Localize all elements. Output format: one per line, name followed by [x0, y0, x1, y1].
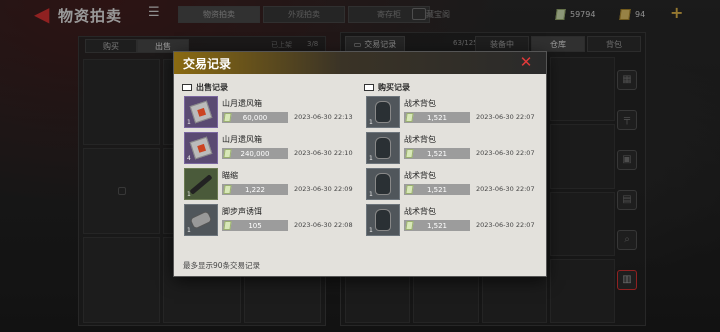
record-row[interactable]: 1 战术背包 1,521 2023-06-30 22:07: [364, 202, 544, 238]
record-row[interactable]: 1 战术背包 1,521 2023-06-30 22:07: [364, 94, 544, 130]
record-time: 2023-06-30 22:07: [476, 185, 535, 193]
item-tier: 1: [187, 191, 191, 198]
record-time: 2023-06-30 22:09: [294, 185, 353, 193]
item-thumbnail: 1: [366, 96, 400, 128]
trade-record-dialog: 交易记录 ✕ 出售记录 1 山月遗风箱 60,000 2023-06-30 22:13…: [174, 52, 546, 276]
item-tier: 1: [369, 227, 373, 234]
pack-icon: [375, 101, 391, 123]
item-name: 战术背包: [404, 135, 436, 144]
buy-records: 购买记录 1 战术背包 1,521 2023-06-30 22:07 1 战术背包 1,52…: [364, 80, 544, 252]
record-time: 2023-06-30 22:07: [476, 221, 535, 229]
dialog-header: 交易记录 ✕: [174, 52, 546, 74]
sell-record-list[interactable]: 1 山月遗风箱 60,000 2023-06-30 22:13 4 山月遗风箱 240,00…: [182, 94, 362, 238]
item-name: 瞄缩: [222, 171, 238, 180]
item-price: 1,521: [426, 113, 448, 122]
wallet-icon: [364, 83, 374, 91]
crate-icon: [189, 136, 213, 160]
item-tier: 1: [187, 227, 191, 234]
item-tier: 4: [187, 155, 191, 162]
item-thumbnail: 1: [184, 204, 218, 236]
item-price: 1,222: [244, 185, 266, 194]
sell-records-header: 出售记录: [182, 80, 362, 94]
item-tier: 1: [187, 119, 191, 126]
dialog-title: 交易记录: [183, 57, 232, 71]
item-name: 山月遗风箱: [222, 135, 262, 144]
item-price: 1,521: [426, 185, 448, 194]
record-time: 2023-06-30 22:07: [476, 113, 535, 121]
sell-records: 出售记录 1 山月遗风箱 60,000 2023-06-30 22:13 4 山月遗风箱 2…: [182, 80, 362, 252]
record-time: 2023-06-30 22:13: [294, 113, 353, 121]
item-name: 山月遗风箱: [222, 99, 262, 108]
pack-icon: [375, 137, 391, 159]
item-tier: 1: [369, 119, 373, 126]
scope-icon: [189, 173, 213, 195]
item-price: 60,000: [242, 113, 268, 122]
item-thumbnail: 1: [184, 168, 218, 200]
item-name: 战术背包: [404, 207, 436, 216]
item-thumbnail: 1: [366, 132, 400, 164]
item-price: 105: [248, 221, 262, 230]
crate-icon: [189, 100, 213, 124]
buy-records-header: 购买记录: [364, 80, 544, 94]
item-thumbnail: 1: [366, 168, 400, 200]
item-price: 240,000: [240, 149, 270, 158]
price-badge: 105: [222, 220, 288, 231]
price-badge: 1,521: [404, 148, 470, 159]
record-row[interactable]: 1 脚步声诱饵 105 2023-06-30 22:08: [182, 202, 362, 238]
price-badge: 1,521: [404, 184, 470, 195]
item-thumbnail: 4: [184, 132, 218, 164]
item-price: 1,521: [426, 221, 448, 230]
price-badge: 1,521: [404, 220, 470, 231]
pack-icon: [375, 209, 391, 231]
item-price: 1,521: [426, 149, 448, 158]
record-row[interactable]: 1 战术背包 1,521 2023-06-30 22:07: [364, 130, 544, 166]
item-tier: 1: [369, 155, 373, 162]
price-badge: 1,521: [404, 112, 470, 123]
item-thumbnail: 1: [366, 204, 400, 236]
item-name: 战术背包: [404, 99, 436, 108]
item-name: 脚步声诱饵: [222, 207, 262, 216]
record-row[interactable]: 4 山月遗风箱 240,000 2023-06-30 22:10: [182, 130, 362, 166]
record-time: 2023-06-30 22:10: [294, 149, 353, 157]
pack-icon: [375, 173, 391, 195]
buy-records-title: 购买记录: [378, 82, 410, 92]
lure-icon: [189, 210, 213, 230]
record-time: 2023-06-30 22:08: [294, 221, 353, 229]
mail-icon: [182, 83, 192, 91]
sell-records-title: 出售记录: [196, 82, 228, 92]
price-badge: 60,000: [222, 112, 288, 123]
item-name: 战术背包: [404, 171, 436, 180]
price-badge: 1,222: [222, 184, 288, 195]
dialog-footer-note: 最多显示90条交易记录: [183, 261, 261, 270]
record-row[interactable]: 1 战术背包 1,521 2023-06-30 22:07: [364, 166, 544, 202]
record-row[interactable]: 1 瞄缩 1,222 2023-06-30 22:09: [182, 166, 362, 202]
item-tier: 1: [369, 191, 373, 198]
record-time: 2023-06-30 22:07: [476, 149, 535, 157]
record-row[interactable]: 1 山月遗风箱 60,000 2023-06-30 22:13: [182, 94, 362, 130]
price-badge: 240,000: [222, 148, 288, 159]
buy-record-list[interactable]: 1 战术背包 1,521 2023-06-30 22:07 1 战术背包 1,521 2023…: [364, 94, 544, 238]
item-thumbnail: 1: [184, 96, 218, 128]
close-icon[interactable]: ✕: [518, 54, 534, 70]
